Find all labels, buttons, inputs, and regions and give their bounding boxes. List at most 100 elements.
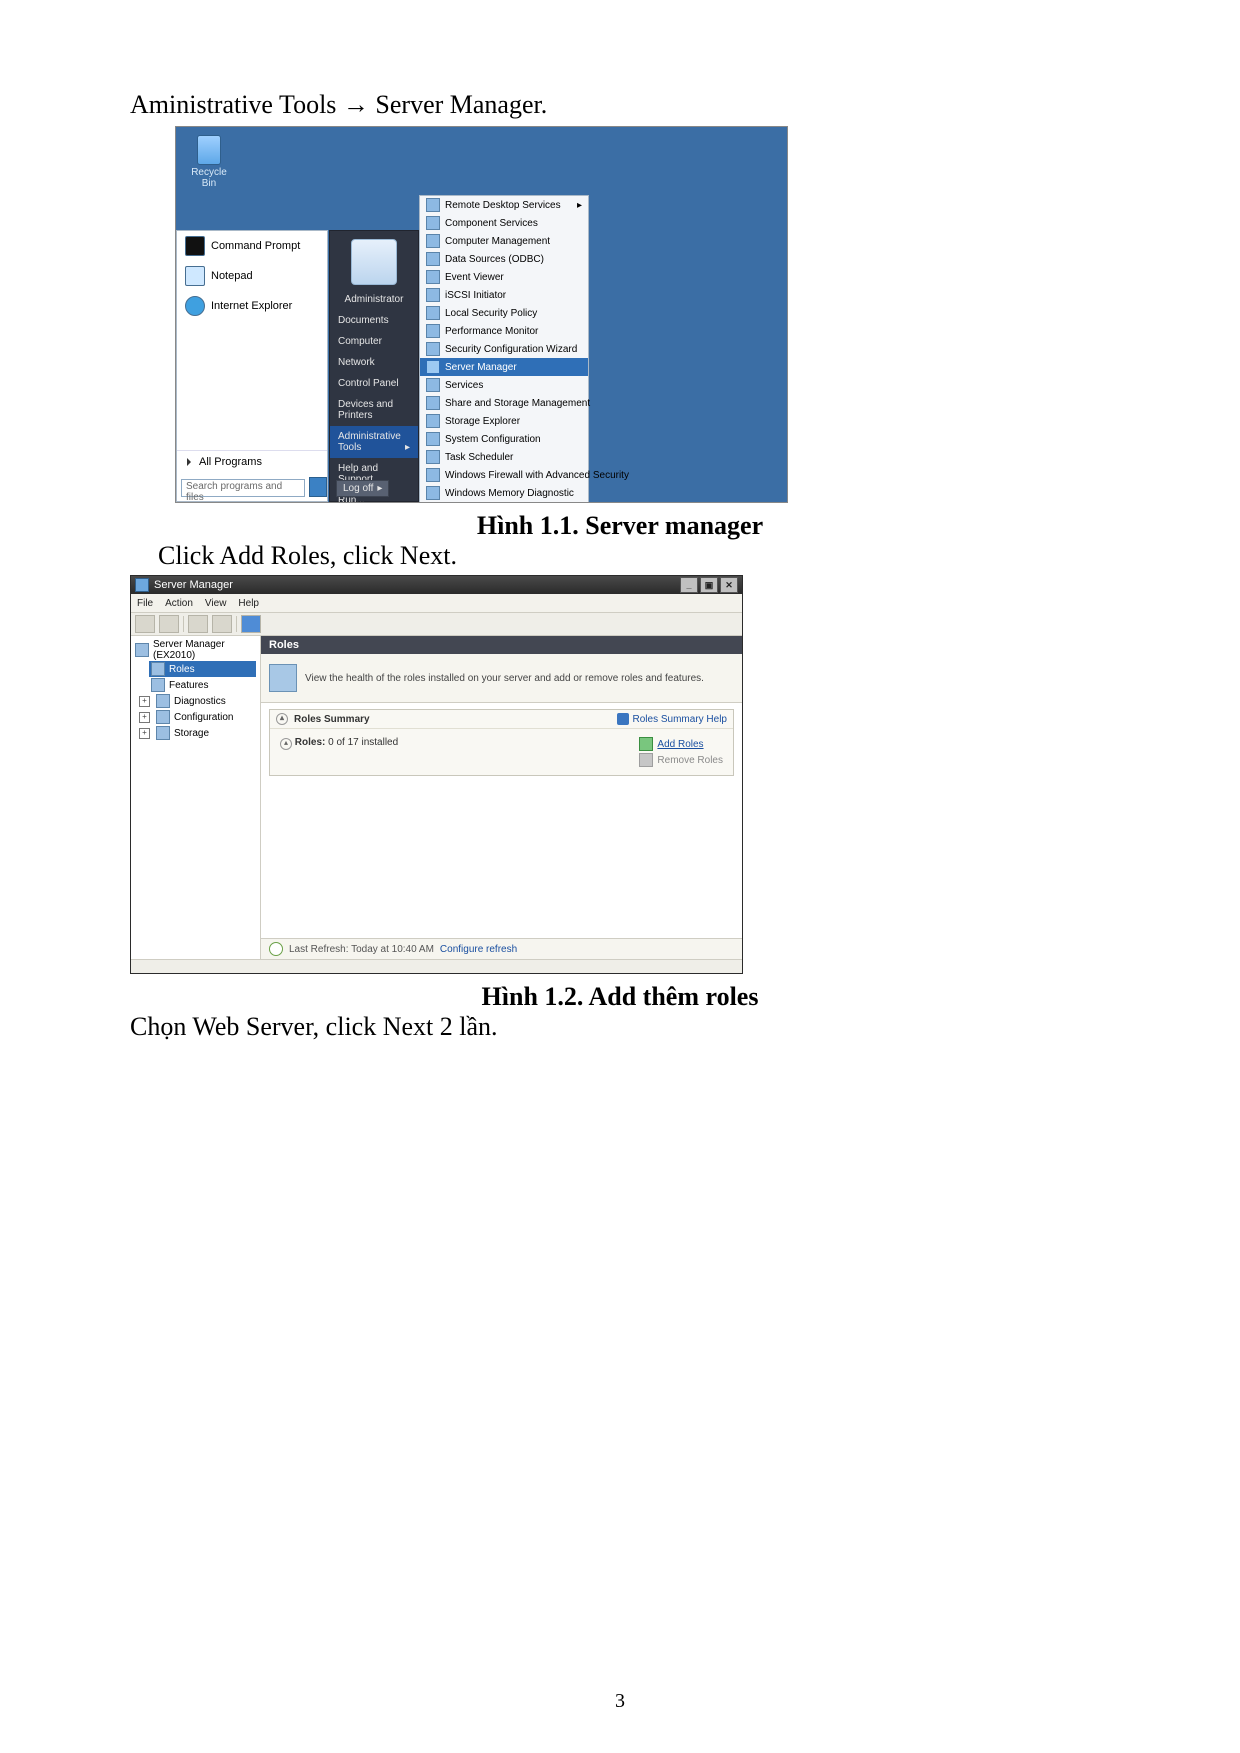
help-button[interactable]: [241, 615, 261, 633]
submenu-item[interactable]: Windows Memory Diagnostic: [420, 484, 588, 502]
help-icon: [617, 713, 629, 725]
submenu-item-server-manager[interactable]: Server Manager: [420, 358, 588, 376]
submenu-item[interactable]: Data Sources (ODBC): [420, 250, 588, 268]
label: Add Roles: [657, 739, 703, 750]
screenshot-server-manager: Server Manager _ ▣ ✕ File Action View He…: [130, 575, 743, 974]
toolbar-button[interactable]: [188, 615, 208, 633]
submenu-item[interactable]: Component Services: [420, 214, 588, 232]
label: Storage: [174, 728, 209, 739]
notepad-icon: [185, 266, 205, 286]
label: Event Viewer: [445, 272, 504, 283]
menu-file[interactable]: File: [137, 598, 153, 609]
remove-roles-link[interactable]: Remove Roles: [639, 753, 723, 767]
back-button[interactable]: [135, 615, 155, 633]
label: Remote Desktop Services: [445, 200, 561, 211]
minimize-button[interactable]: _: [680, 577, 698, 593]
menu-view[interactable]: View: [205, 598, 227, 609]
logoff-button[interactable]: Log off ▸: [336, 480, 389, 497]
add-roles-link[interactable]: Add Roles: [639, 737, 723, 751]
label: Notepad: [211, 270, 253, 282]
submenu-item[interactable]: Performance Monitor: [420, 322, 588, 340]
chevron-right-icon: [187, 458, 191, 466]
submenu-item[interactable]: Storage Explorer: [420, 412, 588, 430]
tree-node-configuration[interactable]: + Configuration: [149, 709, 256, 725]
roles-count: ▴ Roles: 0 of 17 installed: [280, 737, 398, 767]
tree-node-storage[interactable]: + Storage: [149, 725, 256, 741]
start-item[interactable]: Network: [330, 352, 418, 373]
figure-caption-2: Hình 1.2. Add thêm roles: [130, 982, 1110, 1012]
figure-caption-1: Hình 1.1. Server manager: [130, 511, 1110, 541]
app-icon: [426, 360, 440, 374]
trash-icon: [197, 135, 221, 165]
submenu-item[interactable]: Security Configuration Wizard: [420, 340, 588, 358]
submenu-item[interactable]: Windows PowerShell Modules: [420, 502, 588, 503]
instruction-mid: Click Add Roles, click Next.: [158, 541, 1110, 571]
configuration-icon: [156, 710, 170, 724]
maximize-button[interactable]: ▣: [700, 577, 718, 593]
chevron-right-icon: ▸: [577, 200, 582, 211]
roles-summary-help-link[interactable]: Roles Summary Help: [617, 713, 727, 725]
start-item[interactable]: Computer: [330, 331, 418, 352]
tree-node-features[interactable]: Features: [149, 677, 256, 693]
label: Features: [169, 680, 208, 691]
label: Task Scheduler: [445, 452, 513, 463]
start-item[interactable]: Control Panel: [330, 373, 418, 394]
tree-node-roles[interactable]: Roles: [149, 661, 256, 677]
start-item-notepad[interactable]: Notepad: [177, 261, 327, 291]
app-icon: [426, 288, 440, 302]
start-item-ie[interactable]: Internet Explorer: [177, 291, 327, 321]
label: Log off: [343, 483, 373, 494]
submenu-item[interactable]: Services: [420, 376, 588, 394]
expand-icon[interactable]: +: [139, 696, 150, 707]
forward-button[interactable]: [159, 615, 179, 633]
label: Performance Monitor: [445, 326, 538, 337]
label: Services: [445, 380, 483, 391]
start-menu-right-pane: Administrator Documents Computer Network…: [329, 230, 419, 502]
content-area: Roles View the health of the roles insta…: [261, 636, 742, 959]
properties-button[interactable]: [212, 615, 232, 633]
tree-node-diagnostics[interactable]: + Diagnostics: [149, 693, 256, 709]
screenshot-start-menu: Recycle Bin Command Prompt Notepad Inter…: [175, 126, 788, 503]
recycle-bin-icon[interactable]: Recycle Bin: [186, 135, 232, 189]
all-programs[interactable]: All Programs: [177, 450, 327, 473]
instruction-top: Aministrative Tools → Server Manager.: [130, 90, 1110, 120]
start-item-admin-tools[interactable]: Administrative Tools ▸: [330, 426, 418, 458]
collapse-icon[interactable]: ▴: [276, 713, 288, 725]
submenu-item[interactable]: Windows Firewall with Advanced Security: [420, 466, 588, 484]
submenu-item[interactable]: Event Viewer: [420, 268, 588, 286]
search-go-button[interactable]: [309, 477, 327, 497]
app-icon: [426, 378, 440, 392]
tree-root[interactable]: Server Manager (EX2010): [135, 639, 256, 661]
label: Server Manager: [445, 362, 517, 373]
submenu-item[interactable]: Computer Management: [420, 232, 588, 250]
page-number: 3: [0, 1690, 1240, 1713]
submenu-item[interactable]: System Configuration: [420, 430, 588, 448]
start-menu-left-pane: Command Prompt Notepad Internet Explorer…: [176, 230, 328, 502]
label: Roles Summary Help: [633, 714, 727, 725]
start-item[interactable]: Devices and Printers: [330, 394, 418, 426]
expand-icon[interactable]: +: [139, 712, 150, 723]
submenu-item[interactable]: Local Security Policy: [420, 304, 588, 322]
label: All Programs: [199, 456, 262, 468]
status-bar: [131, 959, 742, 974]
submenu-item[interactable]: Remote Desktop Services ▸: [420, 196, 588, 214]
app-icon: [426, 396, 440, 410]
close-button[interactable]: ✕: [720, 577, 738, 593]
search-input[interactable]: Search programs and files: [181, 479, 305, 497]
recycle-bin-label: Recycle Bin: [186, 167, 232, 189]
menu-help[interactable]: Help: [238, 598, 259, 609]
submenu-item[interactable]: iSCSI Initiator: [420, 286, 588, 304]
start-item-command-prompt[interactable]: Command Prompt: [177, 231, 327, 261]
expand-icon[interactable]: +: [139, 728, 150, 739]
server-manager-icon: [135, 578, 149, 592]
submenu-item[interactable]: Task Scheduler: [420, 448, 588, 466]
start-item[interactable]: Documents: [330, 310, 418, 331]
submenu-item[interactable]: Share and Storage Management: [420, 394, 588, 412]
label: Diagnostics: [174, 696, 226, 707]
app-icon: [426, 324, 440, 338]
configure-refresh-link[interactable]: Configure refresh: [440, 944, 517, 955]
app-icon: [426, 198, 440, 212]
app-icon: [426, 216, 440, 230]
collapse-icon[interactable]: ▴: [280, 738, 292, 750]
menu-action[interactable]: Action: [165, 598, 193, 609]
